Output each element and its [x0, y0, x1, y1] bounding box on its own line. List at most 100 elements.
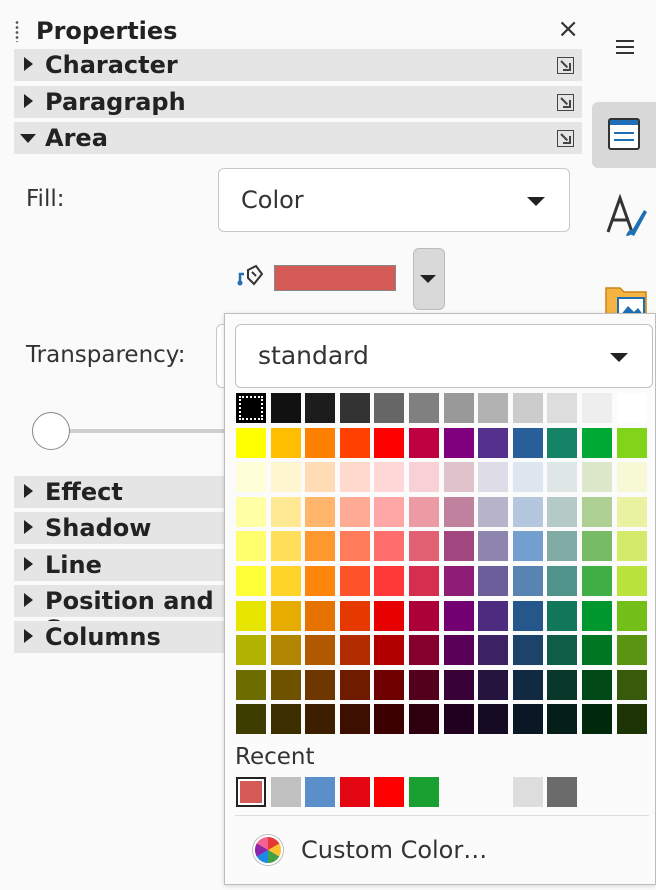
transparency-slider[interactable] [32, 412, 240, 452]
color-swatch[interactable] [444, 566, 474, 596]
color-swatch[interactable] [409, 531, 439, 561]
color-swatch[interactable] [409, 670, 439, 700]
recent-color-swatch[interactable] [305, 777, 335, 807]
color-swatch[interactable] [374, 635, 404, 665]
color-swatch[interactable] [513, 566, 543, 596]
color-swatch[interactable] [547, 601, 577, 631]
color-swatch[interactable] [305, 428, 335, 458]
color-swatch[interactable] [236, 670, 266, 700]
color-swatch[interactable] [513, 497, 543, 527]
color-swatch[interactable] [305, 462, 335, 492]
color-swatch[interactable] [271, 393, 301, 423]
color-swatch[interactable] [409, 393, 439, 423]
color-swatch[interactable] [444, 704, 474, 734]
color-swatch[interactable] [547, 704, 577, 734]
section-header[interactable]: Position and S [14, 584, 224, 643]
color-swatch[interactable] [444, 428, 474, 458]
color-swatch[interactable] [547, 635, 577, 665]
color-swatch[interactable] [582, 393, 612, 423]
color-swatch[interactable] [617, 635, 647, 665]
color-swatch[interactable] [513, 635, 543, 665]
color-swatch[interactable] [305, 531, 335, 561]
slider-knob[interactable] [32, 412, 70, 450]
color-swatch[interactable] [340, 531, 370, 561]
color-swatch[interactable] [271, 670, 301, 700]
color-swatch[interactable] [236, 601, 266, 631]
color-swatch[interactable] [478, 531, 508, 561]
color-swatch[interactable] [547, 497, 577, 527]
color-swatch[interactable] [547, 670, 577, 700]
color-swatch[interactable] [409, 704, 439, 734]
color-swatch[interactable] [236, 428, 266, 458]
color-swatch[interactable] [271, 497, 301, 527]
color-swatch[interactable] [409, 462, 439, 492]
color-swatch[interactable] [582, 497, 612, 527]
color-swatch[interactable] [547, 531, 577, 561]
color-swatch[interactable] [547, 393, 577, 423]
color-swatch[interactable] [582, 566, 612, 596]
recent-color-swatch[interactable] [374, 777, 404, 807]
color-swatch[interactable] [444, 670, 474, 700]
recent-color-swatch[interactable] [340, 777, 370, 807]
color-swatch[interactable] [513, 601, 543, 631]
color-swatch[interactable] [340, 601, 370, 631]
color-swatch[interactable] [513, 670, 543, 700]
color-swatch[interactable] [617, 601, 647, 631]
color-swatch[interactable] [582, 704, 612, 734]
color-swatch[interactable] [617, 704, 647, 734]
color-swatch[interactable] [374, 497, 404, 527]
color-swatch[interactable] [236, 393, 266, 423]
color-swatch[interactable] [478, 462, 508, 492]
color-swatch[interactable] [305, 566, 335, 596]
color-swatch[interactable] [617, 670, 647, 700]
color-swatch[interactable] [374, 428, 404, 458]
color-swatch[interactable] [374, 670, 404, 700]
tab-properties[interactable] [592, 102, 656, 168]
color-swatch[interactable] [271, 704, 301, 734]
color-swatch[interactable] [271, 428, 301, 458]
color-swatch[interactable] [444, 462, 474, 492]
color-swatch[interactable] [305, 393, 335, 423]
section-header[interactable]: Line [14, 548, 224, 582]
color-swatch[interactable] [271, 531, 301, 561]
color-swatch[interactable] [340, 497, 370, 527]
color-swatch[interactable] [340, 393, 370, 423]
gallery-icon[interactable] [604, 278, 648, 318]
color-swatch[interactable] [271, 635, 301, 665]
color-swatch[interactable] [271, 601, 301, 631]
color-swatch[interactable] [340, 670, 370, 700]
more-options-icon[interactable] [557, 130, 574, 147]
color-swatch[interactable] [478, 635, 508, 665]
color-swatch[interactable] [444, 635, 474, 665]
color-swatch[interactable] [513, 531, 543, 561]
color-swatch[interactable] [547, 566, 577, 596]
more-options-icon[interactable] [557, 57, 574, 74]
color-swatch[interactable] [478, 566, 508, 596]
drag-grip-icon[interactable] [15, 20, 19, 42]
color-swatch[interactable] [236, 497, 266, 527]
color-swatch[interactable] [305, 704, 335, 734]
color-swatch[interactable] [409, 635, 439, 665]
color-swatch[interactable] [513, 393, 543, 423]
recent-color-swatch[interactable] [513, 777, 543, 807]
color-swatch[interactable] [547, 462, 577, 492]
recent-color-swatch[interactable] [271, 777, 301, 807]
close-icon[interactable]: × [557, 14, 579, 44]
color-swatch[interactable] [271, 462, 301, 492]
color-swatch[interactable] [340, 566, 370, 596]
fill-color-dropdown-button[interactable] [413, 248, 445, 310]
color-swatch[interactable] [409, 601, 439, 631]
color-swatch[interactable] [478, 393, 508, 423]
color-swatch[interactable] [374, 601, 404, 631]
color-swatch[interactable] [236, 531, 266, 561]
color-swatch[interactable] [513, 704, 543, 734]
color-swatch[interactable] [374, 704, 404, 734]
color-swatch[interactable] [617, 428, 647, 458]
color-swatch[interactable] [305, 635, 335, 665]
color-swatch[interactable] [374, 531, 404, 561]
color-swatch[interactable] [444, 393, 474, 423]
color-swatch[interactable] [513, 428, 543, 458]
fill-type-dropdown[interactable]: Color [218, 168, 570, 232]
styles-icon[interactable] [604, 192, 648, 238]
color-swatch[interactable] [582, 635, 612, 665]
